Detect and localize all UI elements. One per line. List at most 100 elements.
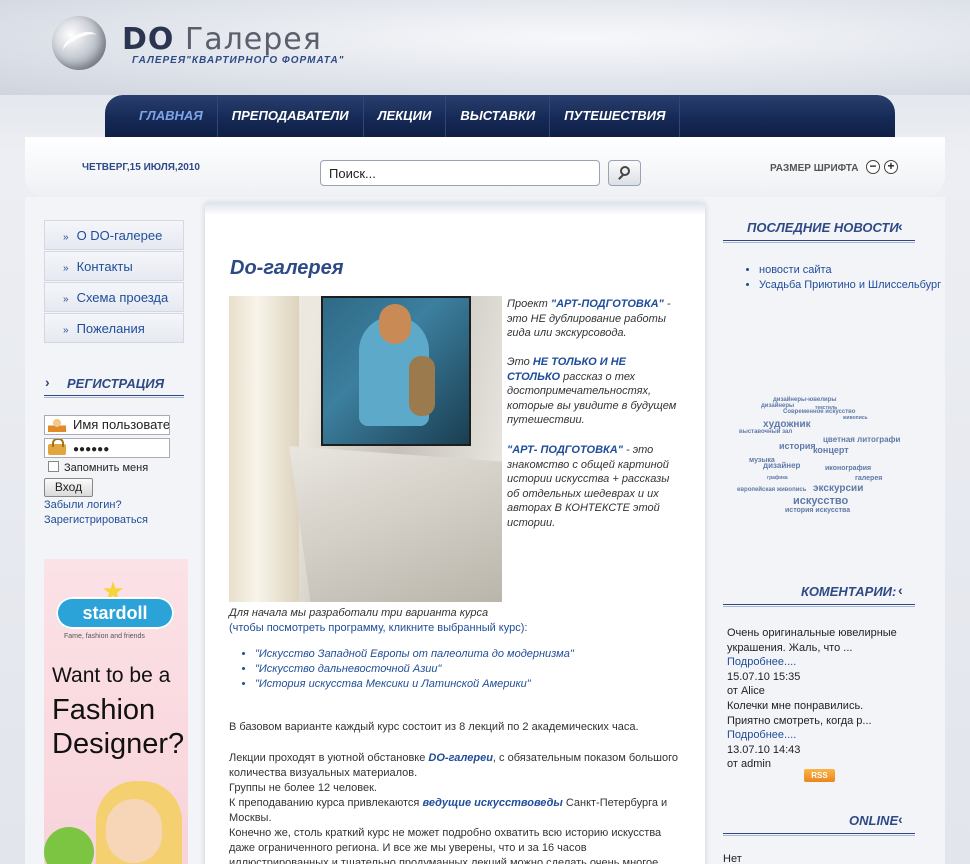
nav-item-home[interactable]: ГЛАВНАЯ [125, 95, 218, 137]
section-divider [44, 395, 184, 398]
lock-icon [48, 439, 66, 455]
photo-wall [289, 446, 502, 602]
comment-item: Колечки мне понравились. Приятно смотрет… [727, 699, 907, 772]
tag-cloud-link[interactable]: цветная литографи [823, 435, 900, 444]
logo-icon[interactable] [52, 16, 106, 70]
user-icon [48, 418, 66, 432]
tag-cloud-link[interactable]: дизайнер [763, 461, 800, 470]
tag-cloud: дизайнеры-ювелиры дизайнеры текстиль Соврем… [733, 395, 908, 525]
tag-cloud-link[interactable]: графика [767, 475, 788, 481]
nav-item-travel[interactable]: ПУТЕШЕСТВИЯ [550, 95, 681, 137]
text: Конечно же, столь краткий курс не может … [229, 827, 662, 864]
remember-checkbox[interactable] [48, 461, 59, 472]
highlight: DO-галереи [428, 752, 493, 764]
left-menu: » О DO-галерее » Контакты » Схема проезда »… [44, 220, 184, 344]
left-menu-label: О DO-галерее [76, 228, 163, 243]
tag-cloud-link[interactable]: история [779, 441, 816, 451]
tag-cloud-link[interactable]: история искусства [785, 507, 850, 514]
intro-paragraph-3: "АРТ- ПОДГОТОВКА" - это знакомство с общ… [507, 443, 677, 530]
comment-date: 13.07.10 14:43 [727, 743, 801, 756]
photo-head [379, 304, 411, 344]
left-menu-item-about[interactable]: » О DO-галерее [44, 220, 184, 250]
username-value: Имя пользователя [73, 417, 170, 432]
base-variant-text: В базовом варианте каждый курс состоит и… [229, 721, 639, 733]
text: Колечки мне понравились. Приятно смотрет… [727, 700, 872, 727]
variants-link[interactable]: (чтобы посмотреть программу, кликните вы… [229, 621, 689, 636]
left-menu-item-contacts[interactable]: » Контакты [44, 251, 184, 281]
chevron-left-icon: ‹ [898, 582, 903, 598]
ad-headline: Want to be a Fashion Designer? [52, 659, 184, 761]
main-top-shade [205, 203, 705, 215]
tag-cloud-link[interactable]: галерея [855, 475, 882, 482]
tag-cloud-link[interactable]: выставочный зал [739, 429, 792, 435]
highlight: "АРТ-ПОДГОТОВКА" [550, 298, 664, 310]
tag-cloud-link[interactable]: европейская живопись [737, 487, 806, 493]
logo-rest: Галерея [184, 22, 322, 57]
comment-text: Очень оригинальные ювелирные украшения. … [727, 627, 897, 654]
search-button[interactable] [608, 160, 641, 186]
register-link[interactable]: Зарегистрироваться [44, 514, 148, 526]
comment-author: от Alice [727, 685, 765, 697]
tag-cloud-link[interactable]: концерт [813, 445, 849, 455]
tag-cloud-link[interactable]: искусство [793, 495, 848, 507]
ad-tagline: Fame, fashion and friends [64, 633, 145, 640]
highlight: "АРТ- ПОДГОТОВКА" [507, 444, 623, 456]
comment-item: Очень оригинальные ювелирные украшения. … [727, 626, 907, 699]
gallery-photo [229, 296, 502, 602]
search-input[interactable] [320, 160, 600, 186]
course-link[interactable]: "Искусство Западной Европы от палеолита … [255, 647, 574, 662]
rss-icon[interactable]: RSS [804, 769, 835, 782]
comment-text: Колечки мне понравились. Приятно смотрет… [727, 699, 907, 743]
username-field[interactable]: Имя пользователя [44, 415, 170, 435]
ad-illustration-dress [44, 827, 94, 864]
forgot-login-link[interactable]: Забыли логин? [44, 499, 122, 511]
login-button[interactable]: Вход [44, 478, 93, 497]
text: К преподаванию курса привлекаются [229, 797, 423, 809]
news-item[interactable]: новости сайта [759, 263, 941, 278]
font-increase-button[interactable]: + [884, 160, 898, 174]
nav-item-exhibitions[interactable]: ВЫСТАВКИ [446, 95, 551, 137]
search-icon-handle [618, 174, 624, 180]
chevron-right-icon: » [63, 263, 69, 274]
program-link[interactable]: (чтобы посмотреть программу, кликните вы… [229, 622, 527, 634]
nav-item-teachers[interactable]: ПРЕПОДАВАТЕЛИ [218, 95, 364, 137]
font-size-label: РАЗМЕР ШРИФТА [770, 163, 859, 174]
left-menu-label: Контакты [76, 259, 133, 274]
ad-illustration-face [106, 799, 162, 863]
tag-cloud-link[interactable]: экскурсии [813, 483, 863, 494]
comment-more-link[interactable]: Подробнее.... [727, 656, 796, 668]
online-status: Нет [723, 853, 742, 864]
font-decrease-button[interactable]: − [866, 160, 880, 174]
ad-brand-logo: stardoll [56, 597, 174, 629]
comments-title: КОМЕНТАРИИ: [801, 584, 897, 599]
chevron-right-icon: » [63, 232, 69, 243]
text: Лекции проходят в уютной обстановке [229, 752, 429, 764]
ad-banner[interactable]: ★ stardoll Fame, fashion and friends Wan… [44, 559, 188, 864]
tag-cloud-link[interactable]: иконография [825, 465, 871, 472]
current-date: ЧЕТВЕРГ,15 ИЮЛЯ,2010 [82, 162, 200, 173]
course-link[interactable]: "История искусства Мексики и Латинской А… [255, 677, 574, 692]
comment-date: 15.07.10 15:35 [727, 670, 801, 683]
highlight: ведущие искусствоведы [422, 797, 563, 809]
intro-paragraph-1: Проект "АРТ-ПОДГОТОВКА" - это НЕ дублиро… [507, 297, 677, 341]
photo-curtain [229, 296, 299, 602]
chevron-right-icon: » [63, 325, 69, 336]
course-link[interactable]: "Искусство дальневосточной Азии" [255, 662, 574, 677]
text: Группы не более 12 человек. [229, 782, 377, 794]
nav-item-lectures[interactable]: ЛЕКЦИИ [364, 95, 447, 137]
logo-subtitle: ГАЛЕРЕЯ"КВАРТИРНОГО ФОРМАТА" [132, 55, 345, 66]
variants-line: Для начала мы разработали три варианта к… [229, 607, 489, 619]
chevron-right-icon: » [63, 294, 69, 305]
news-item[interactable]: Усадьба Приютино и Шлиссельбург [759, 278, 941, 293]
password-field[interactable]: ●●●●●● [44, 438, 170, 458]
comment-more-link[interactable]: Подробнее.... [727, 729, 796, 741]
registration-title: РЕГИСТРАЦИЯ [67, 376, 165, 391]
ad-line-2: Fashion [52, 694, 156, 726]
text: - это знакомство с общей картиной истори… [507, 444, 670, 529]
tag-cloud-link[interactable]: живопись [843, 415, 868, 421]
left-menu-item-wishes[interactable]: » Пожелания [44, 313, 184, 343]
left-menu-item-directions[interactable]: » Схема проезда [44, 282, 184, 312]
chevron-right-icon: › [45, 374, 50, 390]
text: Проект [507, 298, 551, 310]
logo-title[interactable]: DO Галерея [122, 22, 322, 57]
